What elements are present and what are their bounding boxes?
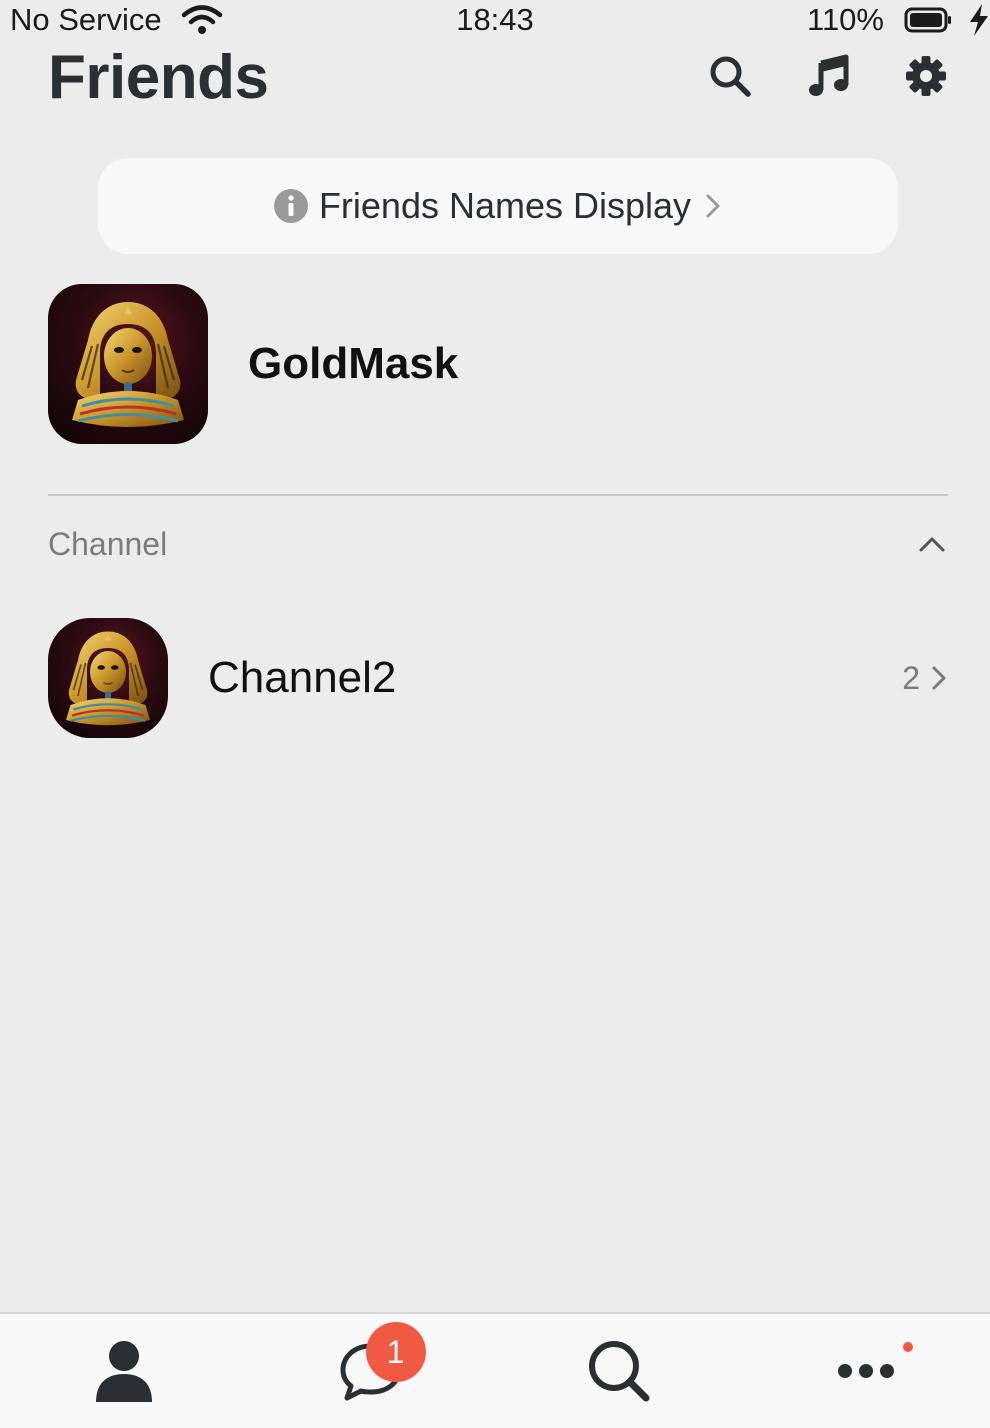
unread-badge: 1 — [366, 1322, 426, 1382]
music-button[interactable] — [804, 52, 852, 100]
gear-icon — [904, 54, 948, 98]
channel-section-header[interactable]: Channel — [48, 520, 948, 568]
my-profile-row[interactable]: GoldMask — [48, 284, 948, 444]
charging-bolt-icon — [966, 2, 990, 38]
battery-icon — [904, 6, 952, 34]
channel-avatar — [48, 618, 168, 738]
music-note-icon — [806, 54, 850, 98]
profile-name: GoldMask — [248, 339, 458, 389]
more-dots-icon — [837, 1361, 895, 1381]
divider — [48, 494, 948, 496]
search-icon — [586, 1338, 652, 1404]
channel-member-count: 2 — [902, 660, 920, 697]
channel-list-item[interactable]: Channel2 2 — [48, 618, 948, 738]
status-right: 110% — [807, 2, 990, 38]
avatar — [48, 284, 208, 444]
status-bar: No Service 18:43 110% — [0, 0, 990, 44]
names-display-button[interactable]: Friends Names Display — [98, 158, 898, 254]
chevron-right-icon — [703, 191, 723, 221]
names-display-label: Friends Names Display — [319, 185, 691, 227]
tab-discover[interactable] — [495, 1314, 743, 1428]
tab-friends[interactable] — [0, 1314, 248, 1428]
info-icon — [273, 188, 309, 224]
settings-button[interactable] — [902, 52, 950, 100]
tab-chats[interactable]: 1 — [248, 1314, 496, 1428]
notification-dot — [903, 1342, 913, 1352]
search-button[interactable] — [706, 52, 754, 100]
chevron-up-icon — [918, 534, 946, 554]
search-icon — [708, 54, 752, 98]
gold-mask-avatar-image — [48, 284, 208, 444]
battery-percentage: 110% — [807, 2, 884, 38]
tab-bar: 1 — [0, 1312, 990, 1428]
gold-mask-avatar-image — [48, 618, 168, 738]
header-actions — [706, 52, 950, 100]
page-title: Friends — [48, 42, 268, 113]
person-icon — [94, 1338, 154, 1404]
channel-name: Channel2 — [208, 653, 902, 703]
section-title: Channel — [48, 526, 167, 563]
tab-more[interactable] — [743, 1314, 990, 1428]
chevron-right-icon — [930, 664, 948, 692]
